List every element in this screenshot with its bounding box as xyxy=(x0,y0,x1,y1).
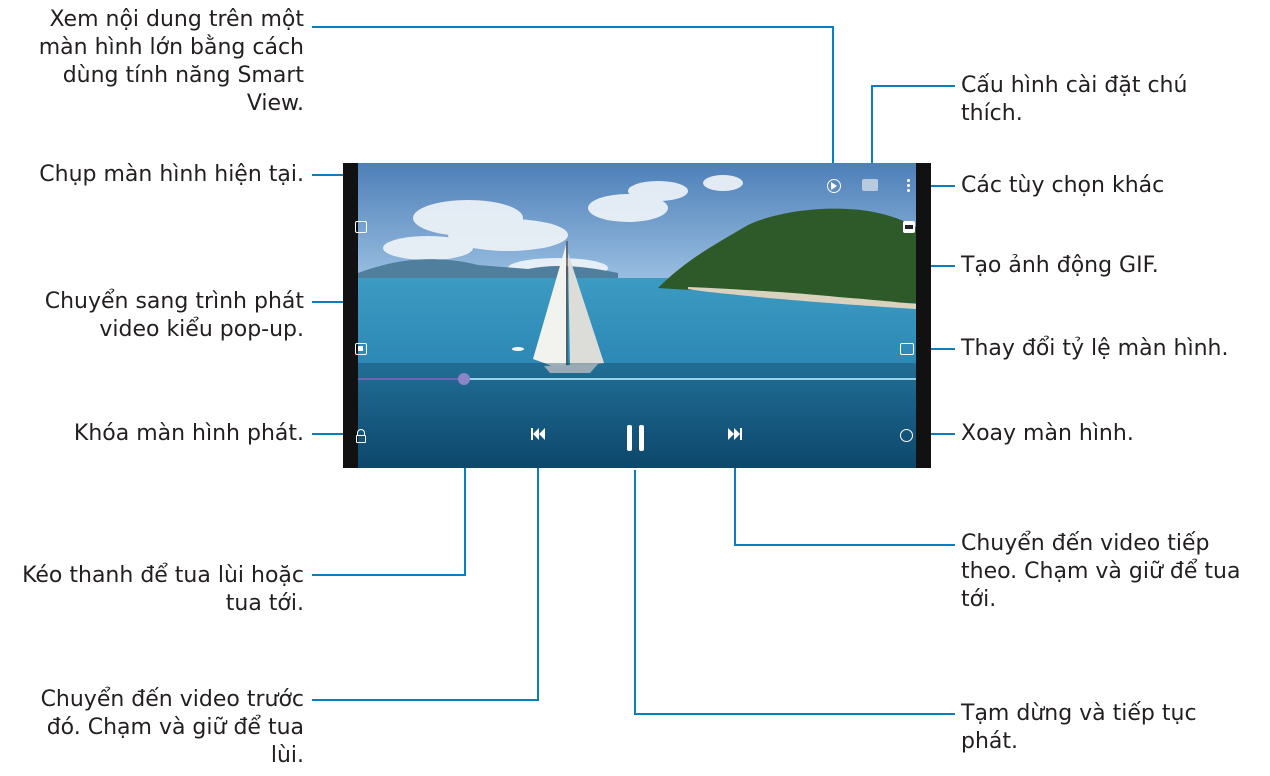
label-lock: Khóa màn hình phát. xyxy=(73,421,304,446)
video-screen[interactable] xyxy=(358,163,916,468)
label-previous: Chuyển đến video trước đó. Chạm và giữ đ… xyxy=(40,687,304,768)
pause-icon[interactable] xyxy=(626,425,646,451)
gif-icon[interactable] xyxy=(903,221,915,233)
leader-previous xyxy=(312,446,539,701)
label-pause: Tạm dừng và tiếp tục phát. xyxy=(961,701,1197,754)
label-popup: Chuyển sang trình phát video kiểu pop-up… xyxy=(44,289,304,342)
label-next: Chuyển đến video tiếp theo. Chạm và giữ … xyxy=(961,531,1241,612)
aspect-ratio-icon[interactable] xyxy=(900,343,914,355)
video-frame xyxy=(358,163,916,468)
more-options-icon[interactable] xyxy=(907,179,911,193)
previous-icon[interactable] xyxy=(531,428,545,440)
subtitle-icon[interactable] xyxy=(862,179,878,191)
seek-handle[interactable] xyxy=(458,373,471,385)
progress-fill xyxy=(358,378,465,380)
leader-pause xyxy=(634,470,955,715)
label-more: Các tùy chọn khác xyxy=(961,173,1165,198)
popup-icon[interactable] xyxy=(355,343,367,355)
next-icon[interactable] xyxy=(728,428,742,440)
capture-icon[interactable] xyxy=(355,221,367,233)
label-rotate: Xoay màn hình. xyxy=(961,421,1134,446)
label-smart-view: Xem nội dung trên một màn hình lớn bằng … xyxy=(38,7,304,116)
lock-icon[interactable] xyxy=(356,429,366,443)
label-ratio: Thay đổi tỷ lệ màn hình. xyxy=(961,336,1229,361)
smart-view-icon[interactable] xyxy=(827,179,841,193)
label-seek: Kéo thanh để tua lùi hoặc tua tới. xyxy=(22,563,304,616)
leader-smart-view xyxy=(312,26,834,178)
label-gif: Tạo ảnh động GIF. xyxy=(961,253,1159,278)
phone-frame xyxy=(343,163,931,468)
label-capture: Chụp màn hình hiện tại. xyxy=(39,162,304,187)
label-subtitles: Cấu hình cài đặt chú thích. xyxy=(961,73,1188,126)
rotate-icon[interactable] xyxy=(900,429,913,442)
